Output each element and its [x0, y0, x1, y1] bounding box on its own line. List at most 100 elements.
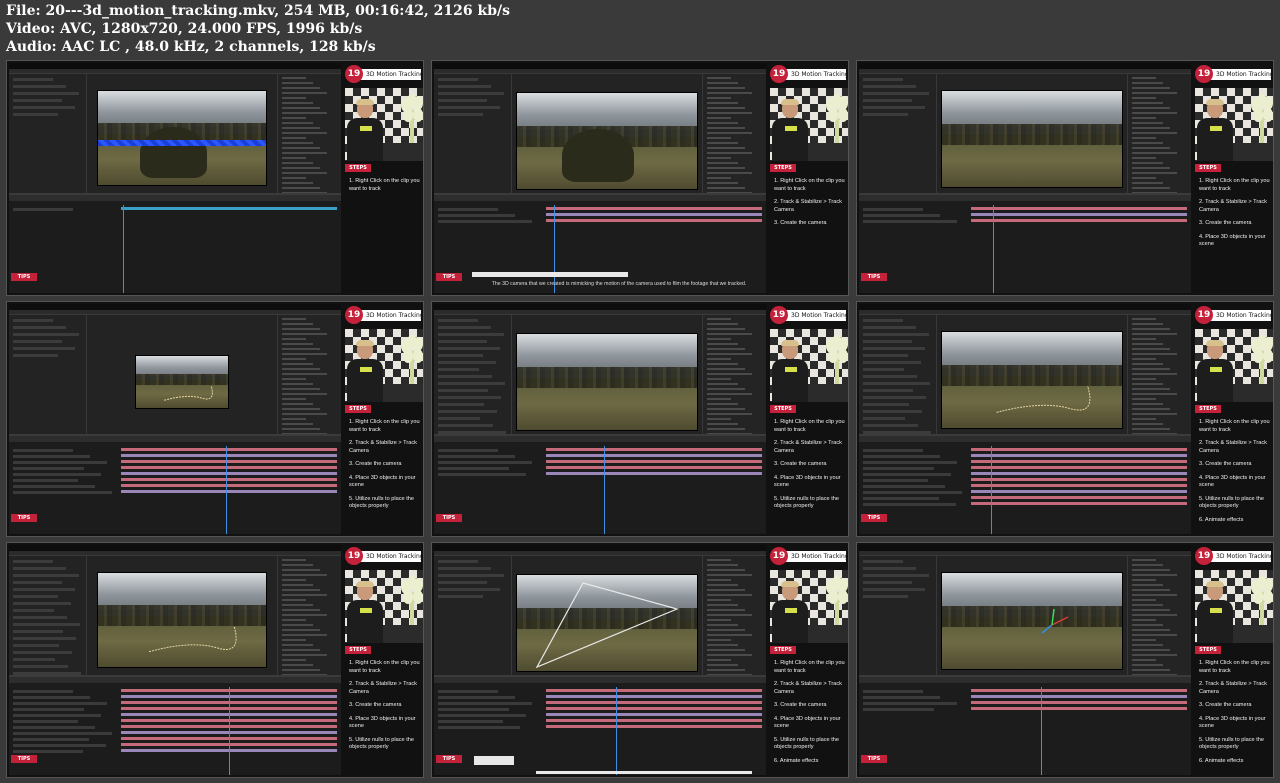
layer-row[interactable] [863, 503, 956, 506]
layer-duration-bar[interactable] [121, 448, 337, 451]
layer-duration-bar[interactable] [546, 701, 762, 704]
playhead[interactable] [229, 687, 230, 775]
layer-row[interactable] [13, 449, 73, 452]
layer-row[interactable] [863, 461, 957, 464]
timeline-panel[interactable] [859, 193, 1191, 293]
layer-duration-bar[interactable] [971, 472, 1187, 475]
layer-row[interactable] [13, 732, 112, 735]
composition-viewer[interactable] [937, 556, 1127, 675]
layer-duration-bar[interactable] [971, 207, 1187, 210]
layer-duration-bar[interactable] [121, 466, 337, 469]
composition-viewer[interactable] [512, 556, 702, 675]
timeline-panel[interactable] [9, 434, 341, 534]
layer-row[interactable] [13, 491, 112, 494]
layer-row[interactable] [863, 479, 928, 482]
layer-row[interactable] [13, 461, 107, 464]
layer-row[interactable] [13, 455, 90, 458]
layer-row[interactable] [438, 455, 515, 458]
layer-row[interactable] [13, 726, 95, 729]
video-thumbnail[interactable]: 3D Motion Tracking 19 STEPS 1. Right Click … [856, 301, 1274, 537]
layer-duration-bar[interactable] [971, 484, 1187, 487]
layer-duration-bar[interactable] [546, 707, 762, 710]
video-thumbnail[interactable]: 3D Motion Tracking 19 STEPS 1. Right Click … [856, 542, 1274, 778]
layer-row[interactable] [13, 479, 78, 482]
layer-row[interactable] [13, 708, 84, 711]
video-thumbnail[interactable]: 3D Motion Tracking 19 STEPS 1. Right Click … [6, 60, 424, 296]
composition-viewer[interactable] [512, 315, 702, 434]
layer-duration-bar[interactable] [121, 490, 337, 493]
layer-duration-bar[interactable] [546, 219, 762, 222]
layer-duration-bar[interactable] [971, 490, 1187, 493]
layer-row[interactable] [13, 473, 101, 476]
layer-row[interactable] [438, 208, 498, 211]
layer-duration-bar[interactable] [971, 701, 1187, 704]
layer-row[interactable] [438, 467, 509, 470]
timeline-panel[interactable] [9, 193, 341, 293]
layer-row[interactable] [13, 467, 84, 470]
layer-row[interactable] [438, 690, 498, 693]
playhead[interactable] [1041, 687, 1042, 775]
layer-duration-bar[interactable] [121, 478, 337, 481]
layer-row[interactable] [863, 455, 940, 458]
video-thumbnail[interactable]: 3D Motion Tracking 19 STEPS 1. Right Click … [6, 301, 424, 537]
playhead[interactable] [604, 446, 605, 534]
layer-row[interactable] [438, 461, 532, 464]
layer-duration-bar[interactable] [971, 502, 1187, 505]
layer-duration-bar[interactable] [971, 466, 1187, 469]
timeline-panel[interactable] [9, 675, 341, 775]
layer-row[interactable] [13, 750, 83, 753]
layer-row[interactable] [863, 473, 951, 476]
layer-row[interactable] [438, 220, 532, 223]
layer-row[interactable] [863, 220, 957, 223]
layer-row[interactable] [438, 449, 498, 452]
layer-duration-bar[interactable] [546, 713, 762, 716]
composition-viewer[interactable] [937, 74, 1127, 193]
playhead[interactable] [123, 205, 124, 293]
transform-gizmo[interactable] [942, 573, 1123, 670]
layer-row[interactable] [863, 696, 940, 699]
layer-row[interactable] [13, 720, 78, 723]
playhead[interactable] [616, 687, 617, 775]
layer-row[interactable] [13, 702, 107, 705]
layer-duration-bar[interactable] [971, 496, 1187, 499]
layer-row[interactable] [438, 714, 526, 717]
composition-viewer[interactable] [512, 74, 702, 193]
video-thumbnail[interactable]: 3D Motion Tracking 19 STEPS 1. Right Click … [431, 301, 849, 537]
layer-row[interactable] [863, 485, 945, 488]
layer-duration-bar[interactable] [546, 466, 762, 469]
playhead[interactable] [993, 205, 994, 293]
composition-viewer[interactable] [87, 315, 277, 434]
layer-row[interactable] [863, 214, 940, 217]
layer-row[interactable] [438, 702, 532, 705]
track-target-plane[interactable] [517, 575, 698, 672]
layer-row[interactable] [13, 744, 106, 747]
timeline-panel[interactable] [434, 193, 766, 293]
layer-duration-bar[interactable] [121, 472, 337, 475]
layer-duration-bar[interactable] [971, 707, 1187, 710]
layer-duration-bar[interactable] [121, 454, 337, 457]
layer-duration-bar[interactable] [971, 219, 1187, 222]
layer-duration-bar[interactable] [546, 689, 762, 692]
layer-row[interactable] [438, 696, 515, 699]
layer-duration-bar[interactable] [546, 460, 762, 463]
layer-row[interactable] [13, 714, 101, 717]
video-thumbnail[interactable]: 3D Motion Tracking 19 STEPS 1. Right Click … [6, 542, 424, 778]
layer-duration-bar[interactable] [971, 454, 1187, 457]
playhead[interactable] [226, 446, 227, 534]
layer-duration-bar[interactable] [971, 448, 1187, 451]
layer-row[interactable] [13, 485, 95, 488]
timeline-panel[interactable] [859, 675, 1191, 775]
layer-row[interactable] [13, 696, 90, 699]
layer-duration-bar[interactable] [546, 448, 762, 451]
layer-row[interactable] [438, 214, 515, 217]
composition-viewer[interactable] [937, 315, 1127, 434]
layer-row[interactable] [863, 708, 934, 711]
layer-row[interactable] [863, 208, 923, 211]
layer-duration-bar[interactable] [546, 695, 762, 698]
layer-row[interactable] [438, 473, 526, 476]
layer-duration-bar[interactable] [546, 719, 762, 722]
layer-duration-bar[interactable] [971, 460, 1187, 463]
layer-row[interactable] [863, 467, 934, 470]
layer-duration-bar[interactable] [546, 472, 762, 475]
video-thumbnail[interactable]: 3D Motion Tracking 19 STEPS 1. Right Click … [431, 542, 849, 778]
